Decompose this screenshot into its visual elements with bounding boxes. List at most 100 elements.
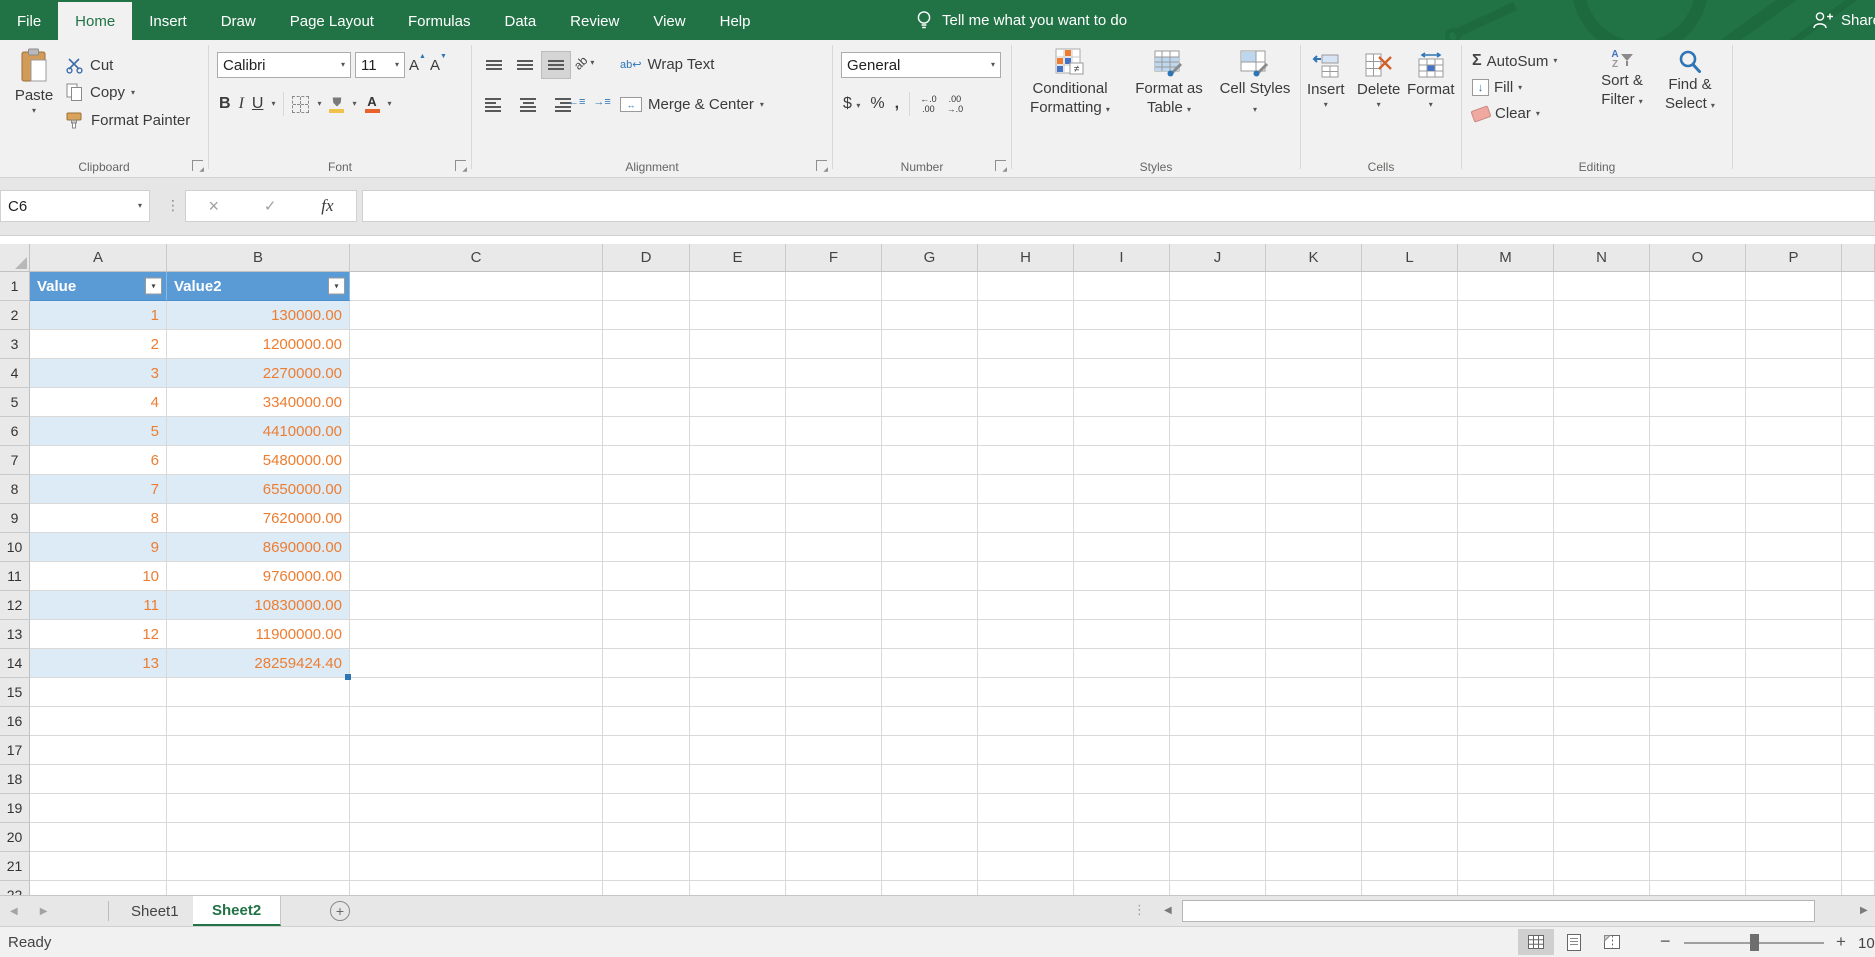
cell[interactable]: [350, 301, 603, 330]
cell[interactable]: [1746, 794, 1842, 823]
cell[interactable]: [1074, 881, 1170, 895]
menu-tab-insert[interactable]: Insert: [132, 2, 204, 40]
clear-button[interactable]: Clear ▾: [1472, 105, 1557, 122]
cell[interactable]: 10: [30, 562, 167, 591]
cell[interactable]: [786, 388, 882, 417]
cell[interactable]: [1650, 649, 1746, 678]
column-header-o[interactable]: O: [1650, 244, 1746, 272]
fill-color-caret-icon[interactable]: ▾: [352, 100, 356, 108]
cell[interactable]: [603, 301, 690, 330]
cell[interactable]: [1746, 823, 1842, 852]
cell[interactable]: [690, 417, 786, 446]
cell[interactable]: [1266, 707, 1362, 736]
cell[interactable]: [1842, 475, 1875, 504]
cell[interactable]: [978, 678, 1074, 707]
cell[interactable]: [1170, 446, 1266, 475]
cell[interactable]: [1842, 678, 1875, 707]
cell[interactable]: 13: [30, 649, 167, 678]
next-sheet-button[interactable]: ▶: [40, 906, 48, 917]
cell[interactable]: [1362, 707, 1458, 736]
cell[interactable]: [1074, 620, 1170, 649]
cell[interactable]: [1170, 533, 1266, 562]
underline-button[interactable]: U: [252, 95, 264, 113]
cell[interactable]: [167, 852, 350, 881]
cell[interactable]: [1170, 475, 1266, 504]
cell[interactable]: [1842, 417, 1875, 446]
cell[interactable]: [978, 330, 1074, 359]
cell[interactable]: [1362, 388, 1458, 417]
row-header-13[interactable]: 13: [0, 620, 30, 649]
menu-tab-view[interactable]: View: [636, 2, 702, 40]
align-center-button[interactable]: [514, 92, 542, 118]
cell[interactable]: [167, 881, 350, 895]
cell[interactable]: [30, 794, 167, 823]
row-header-3[interactable]: 3: [0, 330, 30, 359]
cell[interactable]: [882, 446, 978, 475]
row-header-10[interactable]: 10: [0, 533, 30, 562]
find-select-button[interactable]: Find & Select ▾: [1658, 50, 1722, 114]
zoom-slider-thumb[interactable]: [1750, 934, 1759, 951]
cell[interactable]: [1362, 446, 1458, 475]
cell[interactable]: [1554, 823, 1650, 852]
cell[interactable]: [1266, 881, 1362, 895]
cell[interactable]: [1266, 736, 1362, 765]
cell[interactable]: [350, 678, 603, 707]
cell[interactable]: [690, 388, 786, 417]
cell[interactable]: [1650, 417, 1746, 446]
cell[interactable]: [167, 736, 350, 765]
cell[interactable]: [350, 562, 603, 591]
font-color-caret-icon[interactable]: ▾: [388, 100, 392, 108]
underline-caret-icon[interactable]: ▾: [271, 100, 275, 108]
cell[interactable]: [350, 881, 603, 895]
cell[interactable]: [1458, 707, 1554, 736]
cell[interactable]: [978, 446, 1074, 475]
cell[interactable]: [30, 736, 167, 765]
cell[interactable]: [350, 533, 603, 562]
cell[interactable]: [350, 591, 603, 620]
cell[interactable]: [1554, 359, 1650, 388]
cell[interactable]: [1554, 330, 1650, 359]
paste-button[interactable]: Paste ▾: [8, 48, 60, 115]
cell[interactable]: [603, 417, 690, 446]
insert-cells-button[interactable]: Insert ▾: [1307, 52, 1345, 109]
cell[interactable]: [1266, 446, 1362, 475]
orientation-button[interactable]: ab ▾: [574, 56, 594, 70]
cell[interactable]: [1842, 736, 1875, 765]
cell[interactable]: [1554, 620, 1650, 649]
cell[interactable]: [1650, 591, 1746, 620]
cell[interactable]: [1362, 562, 1458, 591]
cell[interactable]: [1746, 446, 1842, 475]
cell[interactable]: 9: [30, 533, 167, 562]
cell[interactable]: [978, 272, 1074, 301]
row-header-21[interactable]: 21: [0, 852, 30, 881]
cell[interactable]: [1074, 417, 1170, 446]
cell[interactable]: [1650, 446, 1746, 475]
cell[interactable]: [350, 707, 603, 736]
cell[interactable]: [603, 620, 690, 649]
cell[interactable]: [1170, 330, 1266, 359]
cell[interactable]: [978, 475, 1074, 504]
cell[interactable]: [1362, 359, 1458, 388]
cell[interactable]: [1554, 533, 1650, 562]
cell[interactable]: [1746, 533, 1842, 562]
cell[interactable]: [1554, 591, 1650, 620]
cell[interactable]: [1746, 272, 1842, 301]
cell[interactable]: [786, 446, 882, 475]
cell[interactable]: [690, 475, 786, 504]
cell[interactable]: [1554, 794, 1650, 823]
cell[interactable]: [1842, 823, 1875, 852]
cell[interactable]: [786, 852, 882, 881]
cell[interactable]: [603, 562, 690, 591]
cell[interactable]: [786, 707, 882, 736]
cell[interactable]: [1362, 504, 1458, 533]
menu-tab-home[interactable]: Home: [58, 2, 132, 40]
table-header-value[interactable]: Value▾: [30, 272, 167, 301]
row-header-22[interactable]: 22: [0, 881, 30, 895]
cell[interactable]: 130000.00: [167, 301, 350, 330]
top-align-button[interactable]: [480, 52, 508, 78]
cell[interactable]: [603, 330, 690, 359]
cell[interactable]: [1842, 446, 1875, 475]
cell[interactable]: [882, 765, 978, 794]
cell[interactable]: [1170, 852, 1266, 881]
cell[interactable]: [1170, 794, 1266, 823]
